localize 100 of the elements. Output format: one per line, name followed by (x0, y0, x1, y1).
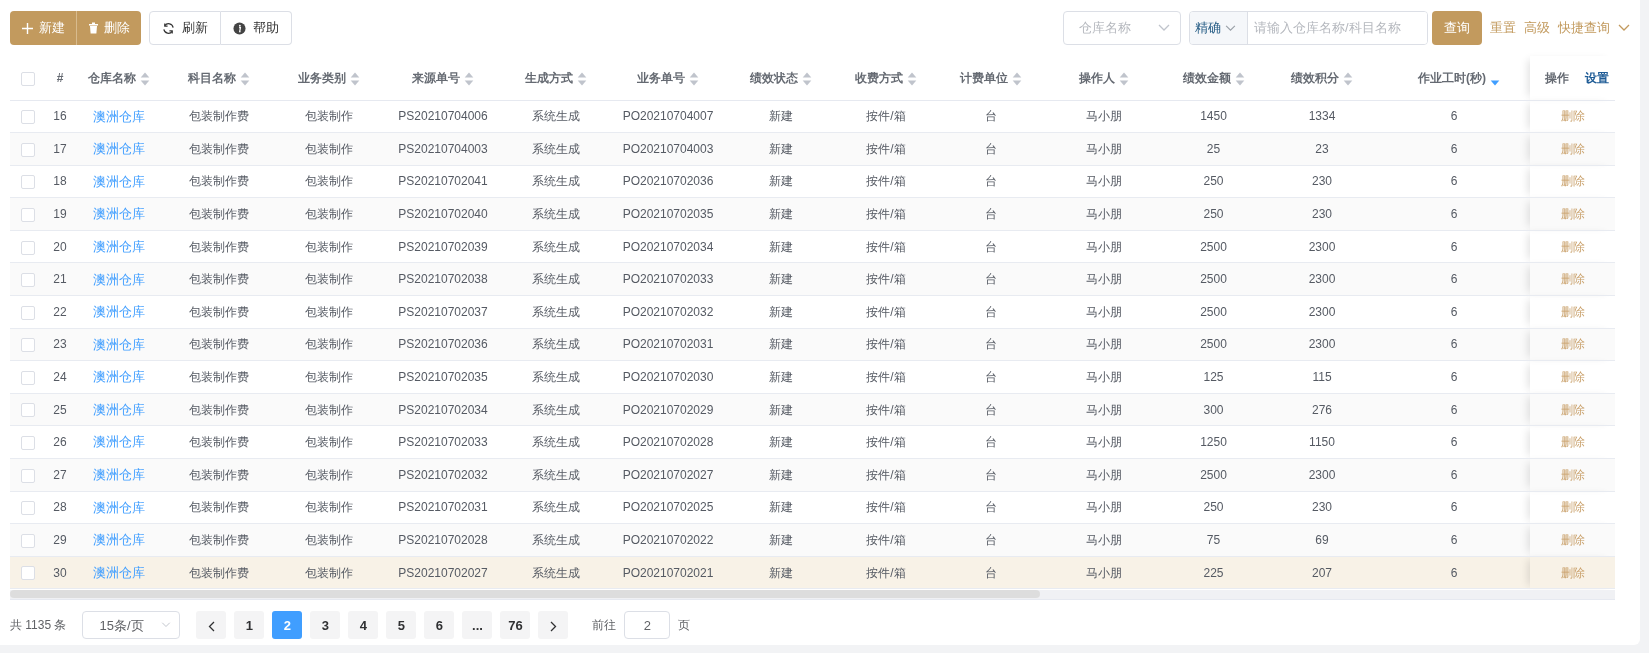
row-checkbox[interactable] (21, 533, 35, 548)
toolbar-button[interactable]: 新建 (10, 11, 77, 45)
row-checkbox[interactable] (21, 110, 35, 125)
row-checkbox[interactable] (21, 273, 35, 288)
row-checkbox[interactable] (21, 501, 35, 516)
table-cell: PO20210702025 (622, 500, 714, 515)
delete-link[interactable]: 删除 (1560, 402, 1585, 417)
delete-link[interactable]: 删除 (1560, 467, 1585, 482)
delete-link[interactable]: 删除 (1560, 207, 1585, 222)
warehouse-link[interactable]: 澳洲仓库 (93, 434, 145, 450)
table-cell: 系统生成 (532, 207, 580, 222)
table-cell: 6 (1450, 304, 1458, 319)
table-cell: 系统生成 (532, 370, 580, 385)
table-cell: PS20210702035 (398, 370, 488, 385)
table-cell: 18 (53, 174, 67, 189)
toolbar-button[interactable]: 帮助 (221, 11, 292, 45)
warehouse-link[interactable]: 澳洲仓库 (93, 304, 145, 320)
table-cell: 24 (53, 370, 67, 385)
delete-link[interactable]: 删除 (1560, 500, 1585, 515)
filter-link[interactable]: 快捷查询 (1558, 18, 1610, 38)
page-button[interactable]: ... (462, 611, 493, 640)
delete-link[interactable]: 删除 (1560, 304, 1585, 319)
row-checkbox[interactable] (21, 338, 35, 353)
row-checkbox[interactable] (21, 175, 35, 190)
sort-icon[interactable] (689, 71, 699, 86)
warehouse-link[interactable]: 澳洲仓库 (93, 173, 145, 189)
sort-icon[interactable] (907, 71, 917, 86)
settings-link[interactable]: 设置 (1585, 70, 1609, 85)
table-cell: 马小朋 (1085, 500, 1122, 515)
warehouse-link[interactable]: 澳洲仓库 (93, 369, 145, 385)
row-checkbox[interactable] (21, 436, 35, 451)
table-cell: PS20210702036 (398, 337, 488, 352)
filter-link[interactable]: 重置 (1490, 18, 1516, 38)
sort-icon[interactable] (350, 71, 360, 86)
table-cell: 125 (1203, 370, 1224, 385)
delete-link[interactable]: 删除 (1560, 533, 1585, 547)
page-button[interactable]: 76 (500, 611, 531, 640)
table-cell: 新建 (769, 370, 793, 385)
page-button[interactable]: 2 (272, 611, 303, 640)
table-cell: 台 (985, 304, 997, 319)
table-cell: 按件/箱 (866, 533, 906, 547)
page-size-select[interactable]: 15条/页 (82, 611, 181, 640)
table-cell: PO20210702033 (622, 272, 714, 287)
next-page-button[interactable] (538, 611, 569, 640)
page-number-field[interactable]: 2 (624, 611, 671, 640)
row-checkbox[interactable] (21, 566, 35, 581)
search-field[interactable]: 精确 请输入仓库名称/科目名称 (1189, 11, 1428, 45)
sort-icon[interactable] (1012, 71, 1022, 86)
table-cell: 按件/箱 (866, 402, 906, 417)
row-checkbox[interactable] (21, 403, 35, 418)
table-cell: 按件/箱 (866, 207, 906, 222)
warehouse-link[interactable]: 澳洲仓库 (93, 108, 145, 124)
sort-icon[interactable] (1343, 71, 1353, 86)
delete-link[interactable]: 删除 (1560, 272, 1585, 287)
row-checkbox[interactable] (21, 207, 35, 222)
delete-link[interactable]: 删除 (1560, 174, 1585, 189)
select-all-checkbox[interactable] (21, 71, 35, 86)
chevron-left-icon (208, 620, 215, 632)
table-cell: 系统生成 (532, 500, 580, 515)
sort-icon[interactable] (802, 71, 812, 86)
sort-icon[interactable] (577, 71, 587, 86)
row-checkbox[interactable] (21, 468, 35, 483)
delete-link[interactable]: 删除 (1560, 435, 1585, 450)
sort-icon[interactable] (140, 71, 150, 86)
warehouse-link[interactable]: 澳洲仓库 (93, 238, 145, 254)
table-cell: PS20210704003 (398, 141, 488, 156)
delete-link[interactable]: 删除 (1560, 141, 1585, 156)
delete-link[interactable]: 删除 (1560, 565, 1585, 580)
row-checkbox[interactable] (21, 142, 35, 157)
table-cell: PS20210702028 (398, 533, 488, 547)
delete-link[interactable]: 删除 (1560, 239, 1585, 254)
previous-page-button[interactable] (196, 611, 227, 640)
row-checkbox[interactable] (21, 370, 35, 385)
query-button[interactable]: 查询 (1432, 11, 1482, 45)
delete-link[interactable]: 删除 (1560, 109, 1585, 124)
page-button[interactable]: 6 (424, 611, 455, 640)
delete-link[interactable]: 删除 (1560, 337, 1585, 352)
table-cell: 台 (985, 370, 997, 385)
sort-icon[interactable] (240, 71, 250, 86)
page-button[interactable]: 1 (234, 611, 265, 640)
toolbar-button[interactable]: 刷新 (149, 11, 221, 45)
match-mode-select[interactable]: 精确 (1190, 12, 1248, 44)
scrollbar[interactable] (10, 590, 1615, 601)
table-cell: 23 (53, 337, 67, 352)
warehouse-select[interactable]: 仓库名称 (1063, 11, 1181, 45)
row-checkbox[interactable] (21, 240, 35, 255)
page-button[interactable]: 4 (348, 611, 379, 640)
delete-link[interactable]: 删除 (1560, 370, 1585, 385)
sort-icon[interactable] (464, 71, 474, 86)
toolbar-button[interactable]: 删除 (77, 11, 141, 45)
row-checkbox[interactable] (21, 305, 35, 320)
warehouse-link[interactable]: 澳洲仓库 (93, 499, 145, 515)
page-button[interactable]: 3 (310, 611, 341, 640)
table-cell: 包装制作 (305, 174, 353, 189)
chevron-down-icon[interactable] (1618, 24, 1630, 32)
sort-icon[interactable] (1118, 71, 1129, 86)
column-header: 来源单号 (412, 70, 460, 85)
page-button[interactable]: 5 (386, 611, 417, 640)
filter-link[interactable]: 高级 (1524, 18, 1550, 38)
sort-icon[interactable] (1234, 71, 1245, 86)
